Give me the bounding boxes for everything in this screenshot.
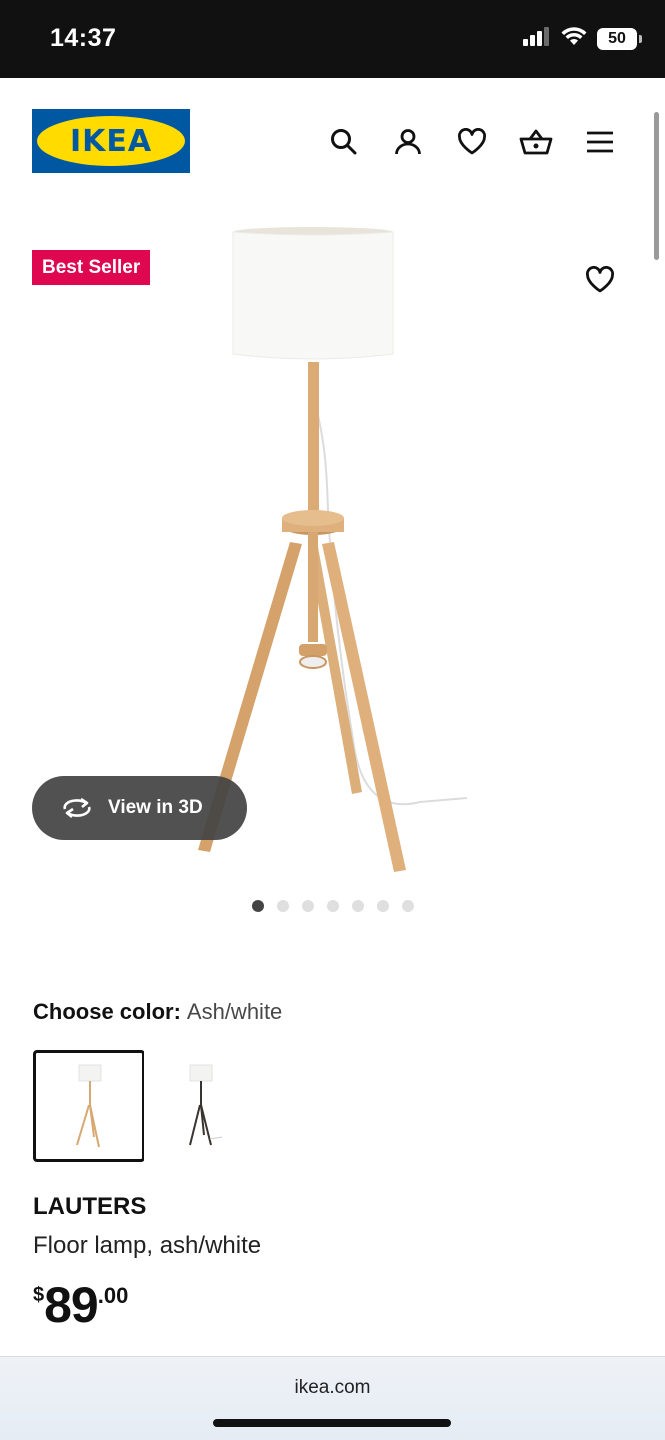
wifi-icon [561,26,587,51]
rotate-3d-icon [63,797,91,819]
status-time: 14:37 [50,24,117,52]
ikea-logo[interactable]: IKEA [32,109,190,173]
choose-color-label: Choose color: [33,999,181,1024]
site-header: IKEA [0,78,665,208]
cellular-signal-icon [523,26,551,51]
logo-text: IKEA [69,123,153,159]
color-option-ash-white[interactable] [33,1050,145,1162]
choose-color: Choose color: Ash/white [33,999,282,1025]
carousel-dot[interactable] [401,900,414,912]
color-option-black-brown-white[interactable] [144,1050,256,1162]
url-text[interactable]: ikea.com [0,1377,665,1399]
price-decimal: .00 [97,1283,129,1308]
product-description: Floor lamp, ash/white [33,1232,262,1259]
carousel-dot[interactable] [326,900,339,912]
menu-icon[interactable] [580,122,620,162]
status-icons: 50 [523,26,642,51]
status-bar: 14:37 50 [0,0,665,78]
image-carousel-dots [0,900,665,912]
price-currency: $ [33,1284,45,1306]
black-brown-thumbnail [189,1064,223,1146]
carousel-dot[interactable] [276,900,289,912]
product-name: LAUTERS [33,1193,147,1220]
ash-white-thumbnail [76,1064,102,1148]
carousel-dot[interactable] [301,900,314,912]
logo-oval: IKEA [37,116,185,166]
account-icon[interactable] [388,122,428,162]
search-icon[interactable] [324,122,364,162]
carousel-dot[interactable] [376,900,389,912]
product-image [198,227,468,872]
heart-icon [586,266,614,293]
battery-icon: 50 [597,27,642,50]
home-indicator[interactable] [213,1419,451,1427]
carousel-dot[interactable] [251,900,264,912]
price-integer: 89 [44,1277,99,1333]
browser-address-bar[interactable]: ikea.com [0,1356,665,1440]
basket-icon[interactable] [516,122,556,162]
carousel-dot[interactable] [351,900,364,912]
product-price: $ 89 .00 [33,1278,128,1332]
best-seller-badge: Best Seller [32,250,151,285]
view-in-3d-label: View in 3D [108,797,203,818]
wishlist-heart-icon[interactable] [452,122,492,162]
add-to-wishlist-button[interactable] [578,258,622,302]
view-in-3d-button[interactable]: View in 3D [32,776,247,840]
choose-color-value: Ash/white [186,999,283,1024]
product-gallery[interactable]: Best Seller View in 3D [0,208,665,928]
